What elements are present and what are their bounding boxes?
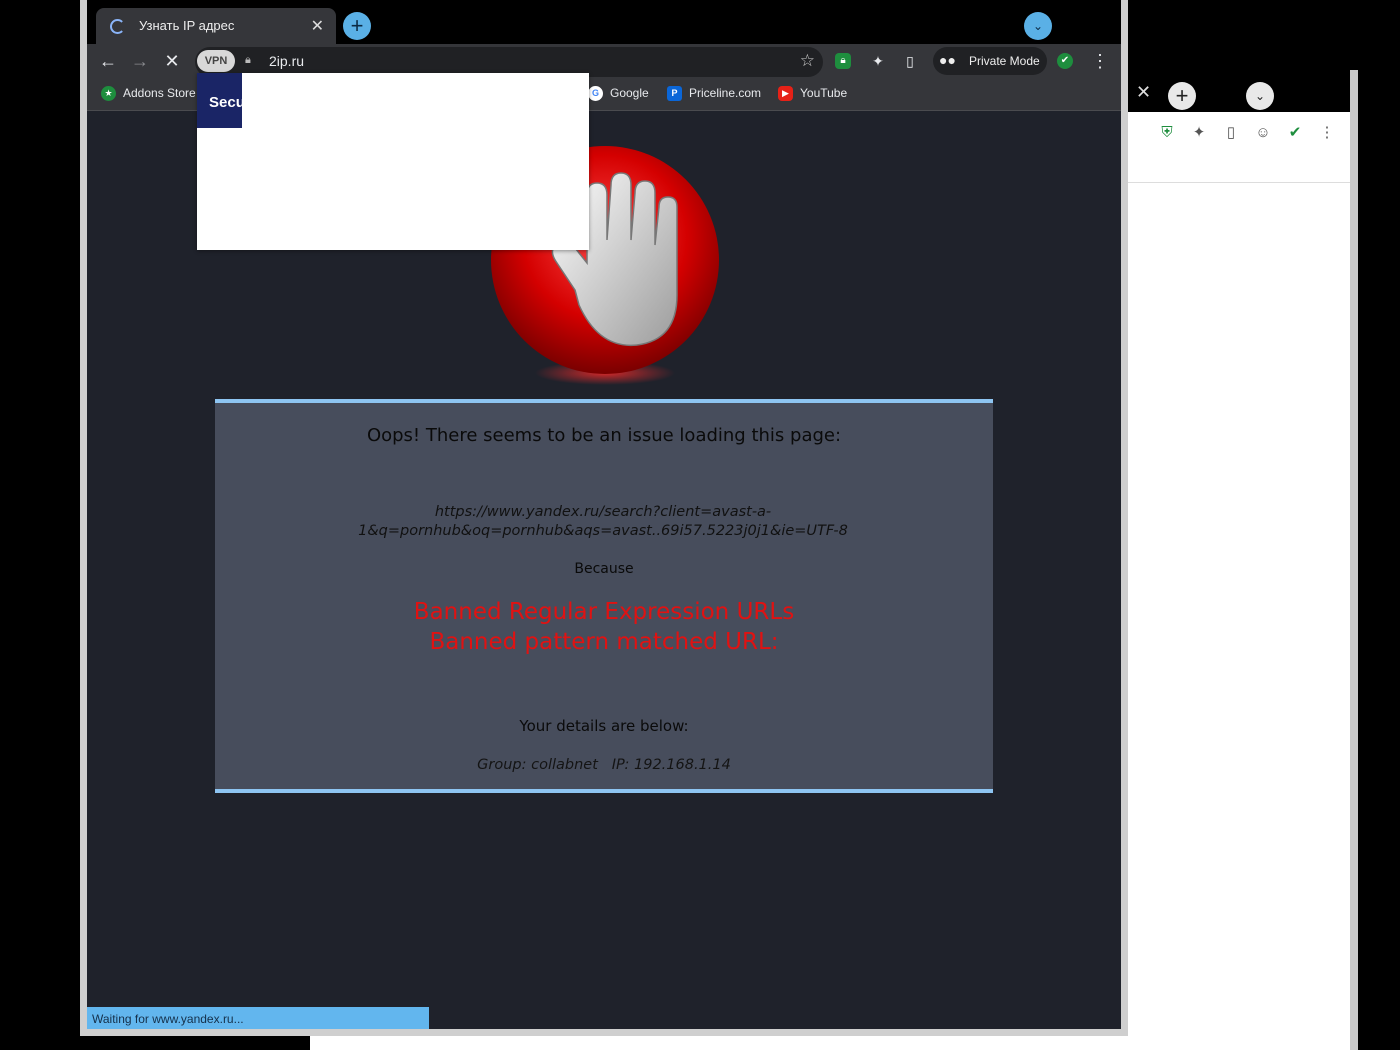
bookmark-label: YouTube [800,86,848,100]
details-heading: Your details are below: [519,717,689,735]
vpn-button[interactable]: VPN [197,50,235,72]
background-browser-window: ✕ + ⌄ ⛨ ✦ ▯ ☺ ✔ ⋮ [1128,70,1358,1050]
because-label: Because [574,561,634,577]
tab-search-button[interactable]: ⌄ [1024,12,1052,40]
loading-spinner-icon [110,19,125,34]
block-title: Oops! There seems to be an issue loading… [366,425,842,446]
bookmark-star-icon[interactable]: ☆ [800,51,815,71]
block-message-panel: Oops! There seems to be an issue loading… [215,399,993,793]
popup-partial-label: Secu [197,73,242,128]
tab-close-icon[interactable]: ✕ [311,16,324,36]
addons-store-icon: ★ [101,86,116,102]
private-mask-icon: ●● [939,52,956,68]
browser-window: Узнать IP адрес ✕ + ⌄ ← → ✕ VPN 🔒︎ 2ip.r… [80,0,1128,1036]
bookmark-label: Google [610,86,649,100]
private-mode-badge[interactable]: ●● Private Mode [933,47,1047,75]
bookmark-youtube[interactable]: ▶ YouTube [778,84,847,102]
desktop-background-right [1356,70,1400,1050]
blocked-url-line1: https://www.yandex.ru/search?client=avas… [434,504,772,520]
bookmark-label: Addons Store [123,86,196,100]
bookmark-priceline[interactable]: P Priceline.com [667,84,761,102]
menu-kebab-icon[interactable]: ⋮ [1089,50,1111,72]
status-bar: Waiting for www.yandex.ru... [87,1007,429,1029]
tab-title: Узнать IP адрес [139,18,235,33]
background-new-tab-button[interactable]: + [1168,82,1196,110]
youtube-icon: ▶ [778,86,793,102]
group-ip-line: Group: collabnet IP: 192.168.1.14 [477,757,731,773]
forward-arrow-icon[interactable]: → [129,50,151,72]
desktop-background [0,0,80,1050]
lock-icon[interactable]: 🔒︎ [245,54,251,67]
security-check-icon[interactable]: ✔ [1057,53,1073,69]
block-reason-line1: Banned Regular Expression URLs [413,599,795,625]
side-panel-icon[interactable]: ▯ [1222,124,1240,142]
security-check-icon[interactable]: ✔ [1286,124,1304,142]
side-panel-icon[interactable]: ▯ [899,50,921,72]
private-mode-label: Private Mode [969,54,1040,68]
desktop-background-bottom [80,1036,310,1050]
background-tab-search-button[interactable]: ⌄ [1246,82,1274,110]
extensions-puzzle-icon[interactable]: ✦ [867,50,889,72]
extensions-puzzle-icon[interactable]: ✦ [1190,124,1208,142]
priceline-icon: P [667,86,682,102]
popup-overlay[interactable] [197,73,589,250]
block-reason-line2: Banned pattern matched URL: [429,629,779,655]
new-tab-button[interactable]: + [343,12,371,40]
profile-icon[interactable]: ☺ [1254,124,1272,142]
tab-bar: Узнать IP адрес ✕ + ⌄ [87,0,1121,44]
google-icon: G [588,86,603,102]
background-tabstrip: ✕ + ⌄ [1128,70,1350,112]
tab-active[interactable]: Узнать IP адрес ✕ [96,8,336,44]
desktop-background-top-right [1128,0,1400,70]
blocked-url: https://www.yandex.ru/search?client=avas… [355,503,851,541]
shield-lock-icon[interactable]: ⛨ [1158,124,1176,142]
background-toolbar: ⛨ ✦ ▯ ☺ ✔ ⋮ [1128,112,1350,183]
block-reason: Banned Regular Expression URLs Banned pa… [215,597,993,657]
url-text[interactable]: 2ip.ru [269,53,304,69]
background-tab-close-icon[interactable]: ✕ [1136,82,1151,103]
menu-kebab-icon[interactable]: ⋮ [1318,124,1336,142]
secure-lock-extension-icon[interactable]: 🔒︎ [835,53,851,69]
stop-loading-icon[interactable]: ✕ [161,50,183,72]
bookmark-addons-store[interactable]: ★ Addons Store [101,84,196,102]
blocked-url-line2: 1&q=pornhub&oq=pornhub&aqs=avast..69i57.… [358,523,848,539]
bookmark-label: Priceline.com [689,86,762,100]
back-arrow-icon[interactable]: ← [97,50,119,72]
bookmark-google[interactable]: G Google [588,84,649,102]
